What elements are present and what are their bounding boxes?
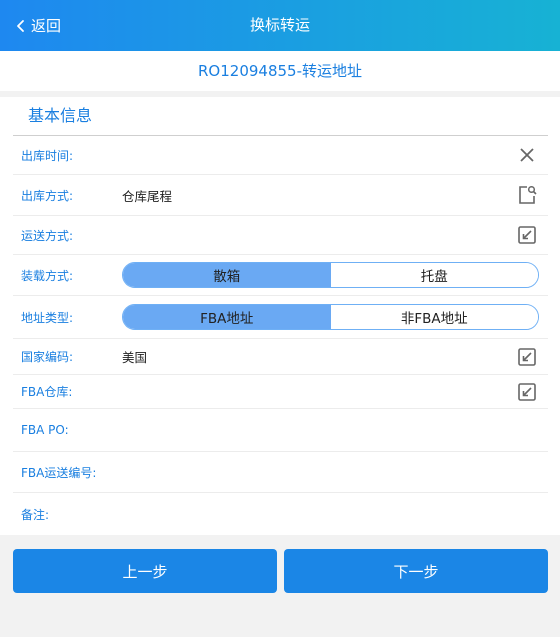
select-arrow-icon[interactable]	[516, 381, 538, 403]
fba-warehouse-label: FBA仓库:	[21, 385, 73, 399]
field-ship-method[interactable]: 运送方式:	[13, 216, 548, 254]
out-method-label: 出库方式:	[21, 188, 74, 203]
field-fba-warehouse[interactable]: FBA仓库:	[13, 375, 548, 408]
load-method-label: 装载方式:	[21, 268, 74, 283]
close-icon[interactable]	[516, 144, 538, 166]
address-type-label: 地址类型:	[21, 310, 74, 325]
next-step-button[interactable]: 下一步	[284, 549, 548, 593]
field-out-method[interactable]: 出库方式: 仓库尾程	[13, 175, 548, 215]
field-out-time: 出库时间:	[13, 136, 548, 174]
fba-ship-no-label: FBA运送编号:	[21, 465, 97, 480]
section-title: 基本信息	[28, 106, 93, 125]
app-header: 返回 换标转运	[0, 0, 560, 51]
ship-method-label: 运送方式:	[21, 228, 74, 243]
fba-po-label: FBA PO:	[21, 423, 69, 437]
out-method-value: 仓库尾程	[122, 188, 173, 204]
field-address-type: 地址类型: FBA地址 非FBA地址	[13, 296, 548, 338]
address-type-segmented: FBA地址 非FBA地址	[122, 304, 539, 330]
prev-step-button[interactable]: 上一步	[13, 549, 277, 593]
search-document-icon[interactable]	[516, 184, 538, 206]
field-fba-ship-no[interactable]: FBA运送编号:	[13, 452, 548, 492]
address-type-option-fba[interactable]: FBA地址	[123, 305, 331, 329]
field-fba-po[interactable]: FBA PO:	[13, 409, 548, 451]
select-arrow-icon[interactable]	[516, 346, 538, 368]
country-code-label: 国家编码:	[21, 350, 74, 364]
load-method-option-pallet[interactable]: 托盘	[330, 263, 538, 287]
page-title: 换标转运	[249, 16, 310, 34]
basic-info-card: 基本信息 出库时间: 出库方式: 仓库尾程 运送方式: 装载方式: 散箱 托盘 …	[0, 97, 560, 535]
field-country-code[interactable]: 国家编码: 美国	[13, 339, 548, 374]
select-arrow-icon[interactable]	[516, 224, 538, 246]
field-remark[interactable]: 备注:	[13, 493, 548, 535]
address-type-option-non-fba[interactable]: 非FBA地址	[330, 305, 538, 329]
order-subtitle: RO12094855-转运地址	[0, 51, 560, 91]
country-code-value: 美国	[122, 350, 148, 365]
field-load-method: 装载方式: 散箱 托盘	[13, 255, 548, 295]
load-method-option-bulk[interactable]: 散箱	[123, 263, 331, 287]
out-time-label: 出库时间:	[21, 148, 74, 163]
remark-label: 备注:	[21, 507, 50, 522]
load-method-segmented: 散箱 托盘	[122, 262, 539, 288]
